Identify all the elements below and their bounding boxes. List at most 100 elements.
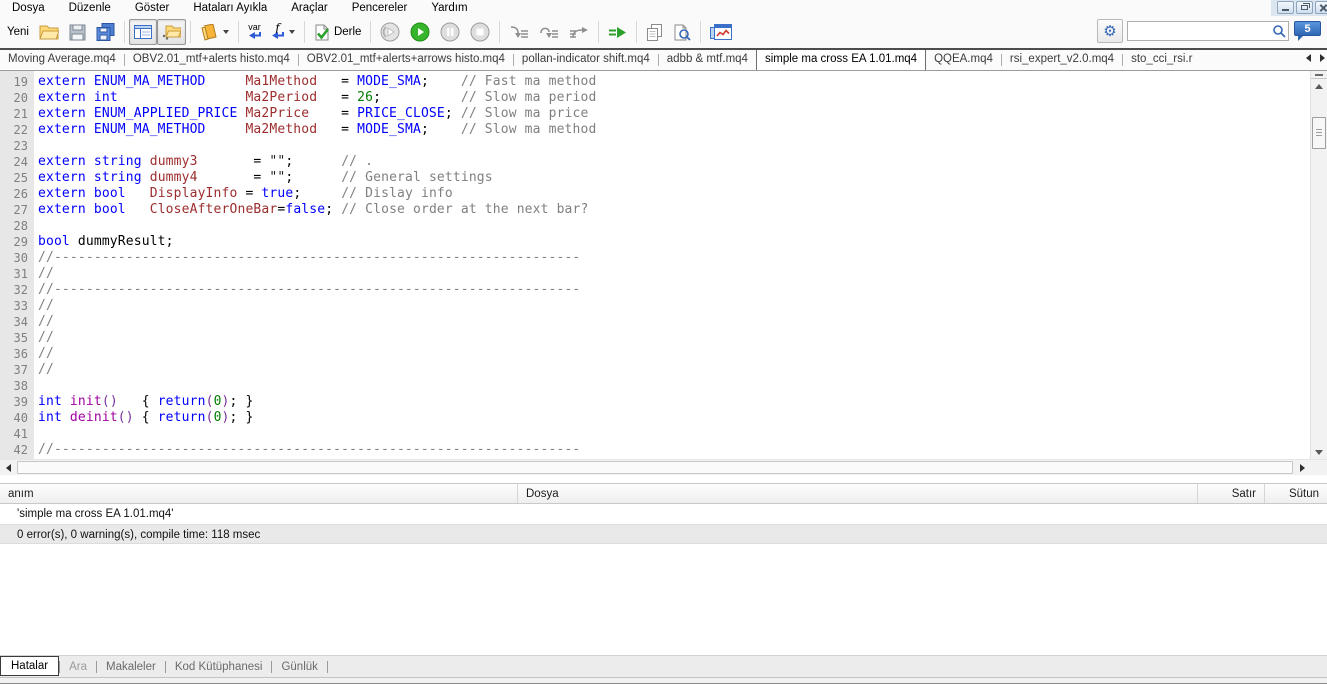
code-line-row[interactable]: 37 // xyxy=(0,362,1310,378)
error-panel-header: anım Dosya Satır Sütun xyxy=(0,483,1327,504)
community-button[interactable]: 5 xyxy=(1293,20,1323,42)
step-out-button[interactable] xyxy=(564,19,594,45)
menu-item[interactable]: Araçlar xyxy=(279,1,339,16)
settings-button[interactable]: ⚙ xyxy=(1097,19,1123,43)
debug-start-button[interactable] xyxy=(405,19,435,45)
column-header[interactable]: Sütun xyxy=(1265,484,1327,503)
document-tab[interactable]: adbb & mtf.mq4 xyxy=(659,50,756,70)
document-tab[interactable]: QQEA.mq4 xyxy=(926,50,1001,70)
code-line-row[interactable]: 40 int deinit() { return(0); } xyxy=(0,410,1310,426)
code-line-row[interactable]: 23 xyxy=(0,138,1310,154)
code-line-row[interactable]: 19 extern ENUM_MA_METHOD Ma1Method = MODE… xyxy=(0,74,1310,90)
insert-variable-button[interactable]: var xyxy=(243,19,266,45)
error-row[interactable]: 0 error(s), 0 warning(s), compile time: … xyxy=(0,524,1327,544)
step-into-button[interactable] xyxy=(504,19,534,45)
menu-item[interactable]: Göster xyxy=(123,1,182,16)
code-line-row[interactable]: 39 int init() { return(0); } xyxy=(0,394,1310,410)
menu-item[interactable]: Düzenle xyxy=(57,1,123,16)
debug-stop-button[interactable] xyxy=(465,19,495,45)
compile-label: Derle xyxy=(333,26,362,38)
insert-function-button[interactable]: f xyxy=(266,19,300,45)
code-line-row[interactable]: 41 xyxy=(0,426,1310,442)
scroll-tabs-left-icon[interactable] xyxy=(1306,54,1311,62)
scroll-up-button[interactable] xyxy=(1311,79,1327,93)
restore-button[interactable] xyxy=(1296,1,1313,14)
code-line-row[interactable]: 26 extern bool DisplayInfo = true; // Dis… xyxy=(0,186,1310,202)
menu-bar: Dosya Düzenle Göster Hataları Ayıkla Araçlar… xyxy=(0,0,1327,16)
code-line-row[interactable]: 32 //------------------------------------… xyxy=(0,282,1310,298)
close-button[interactable] xyxy=(1315,1,1327,14)
code-line-row[interactable]: 20 extern int Ma2Period = 26; // Slow ma … xyxy=(0,90,1310,106)
compile-button[interactable]: Derle xyxy=(309,19,366,45)
document-tab[interactable]: OBV2.01_mtf+alerts histo.mq4 xyxy=(125,50,298,70)
toggle-toolbox-button[interactable] xyxy=(156,19,186,45)
split-editor-handle[interactable] xyxy=(1311,71,1327,79)
code-line-row[interactable]: 25 extern string dummy4 = ""; // General … xyxy=(0,170,1310,186)
step-over-button[interactable] xyxy=(534,19,564,45)
error-row[interactable]: 'simple ma cross EA 1.01.mq4' xyxy=(0,504,1327,524)
code-line-row[interactable]: 28 xyxy=(0,218,1310,234)
code-line-row[interactable]: 34 // xyxy=(0,314,1310,330)
bottom-tab[interactable]: Hatalar xyxy=(0,655,60,676)
code-line-row[interactable]: 42 //------------------------------------… xyxy=(0,442,1310,458)
code-line-row[interactable]: 30 //------------------------------------… xyxy=(0,250,1310,266)
menu-item[interactable]: Pencereler xyxy=(340,1,420,16)
document-tab[interactable]: Moving Average.mq4 xyxy=(0,50,124,70)
scroll-right-button[interactable] xyxy=(1294,460,1310,475)
open-chart-button[interactable] xyxy=(705,19,737,45)
document-tab[interactable]: sto_cci_rsi.r xyxy=(1123,50,1200,70)
code-line-row[interactable]: 21 extern ENUM_APPLIED_PRICE Ma2Price = P… xyxy=(0,106,1310,122)
document-tab[interactable]: simple ma cross EA 1.01.mq4 xyxy=(755,50,927,70)
code-text: int deinit() { return(0); } xyxy=(38,410,254,425)
vertical-scroll-thumb[interactable] xyxy=(1312,117,1326,149)
debug-pause-button[interactable] xyxy=(435,19,465,45)
new-file-button[interactable]: Yeni xyxy=(2,19,34,45)
column-header[interactable]: anım xyxy=(0,484,518,503)
code-line-row[interactable]: 36 // xyxy=(0,346,1310,362)
code-text: extern ENUM_MA_METHOD Ma2Method = MODE_S… xyxy=(38,122,597,137)
code-line-row[interactable]: 27 extern bool CloseAfterOneBar=false; //… xyxy=(0,202,1310,218)
scroll-right-icon xyxy=(1299,463,1305,472)
scroll-tabs-right-icon[interactable] xyxy=(1320,54,1325,62)
vertical-scrollbar[interactable] xyxy=(1310,71,1327,459)
code-line-row[interactable]: 29 bool dummyResult; xyxy=(0,234,1310,250)
code-line-row[interactable]: 35 // xyxy=(0,330,1310,346)
horizontal-scrollbar[interactable] xyxy=(0,459,1327,475)
continue-to-cursor-button[interactable] xyxy=(603,19,632,45)
status-bar xyxy=(0,677,1327,684)
code-editor[interactable]: 19 extern ENUM_MA_METHOD Ma1Method = MODE… xyxy=(0,71,1327,459)
metaeditor-window: Dosya Düzenle Göster Hataları Ayıkla Araçlar… xyxy=(0,0,1327,684)
column-header[interactable]: Dosya xyxy=(518,484,1198,503)
scroll-left-button[interactable] xyxy=(0,460,16,475)
document-tab[interactable]: OBV2.01_mtf+alerts+arrows histo.mq4 xyxy=(299,50,513,70)
search-in-files-button[interactable] xyxy=(668,19,696,45)
mql-reference-button[interactable] xyxy=(195,19,234,45)
code-text: extern string dummy3 = ""; // . xyxy=(38,154,374,169)
bottom-tab[interactable]: Ara xyxy=(60,658,96,676)
debug-restart-button[interactable] xyxy=(375,19,405,45)
menu-item[interactable]: Dosya xyxy=(0,1,57,16)
code-line-row[interactable]: 22 extern ENUM_MA_METHOD Ma2Method = MODE… xyxy=(0,122,1310,138)
code-line-row[interactable]: 31 // xyxy=(0,266,1310,282)
document-tab[interactable]: pollan-indicator shift.mq4 xyxy=(514,50,658,70)
save-all-button[interactable] xyxy=(91,19,120,45)
minimize-button[interactable] xyxy=(1277,1,1294,14)
document-tab[interactable]: rsi_expert_v2.0.mq4 xyxy=(1002,50,1122,70)
bottom-tab[interactable]: Günlük xyxy=(272,658,326,676)
menu-item[interactable]: Hataları Ayıkla xyxy=(181,1,279,16)
open-file-button[interactable] xyxy=(34,19,64,45)
code-line-row[interactable]: 24 extern string dummy3 = ""; // . xyxy=(0,154,1310,170)
menu-item[interactable]: Yardım xyxy=(419,1,479,16)
save-button[interactable] xyxy=(64,19,91,45)
profiler-button[interactable] xyxy=(641,19,668,45)
scroll-down-button[interactable] xyxy=(1311,445,1327,459)
bottom-tab[interactable]: Makaleler xyxy=(97,658,165,676)
code-line-row[interactable]: 38 xyxy=(0,378,1310,394)
column-header[interactable]: Satır xyxy=(1198,484,1265,503)
code-line-row[interactable]: 33 // xyxy=(0,298,1310,314)
search-input[interactable] xyxy=(1127,21,1289,41)
horizontal-scroll-thumb[interactable] xyxy=(17,461,1293,474)
toggle-navigator-button[interactable] xyxy=(128,19,157,45)
bottom-tab[interactable]: Kod Kütüphanesi xyxy=(166,658,272,676)
toolbar-separator xyxy=(123,21,125,43)
